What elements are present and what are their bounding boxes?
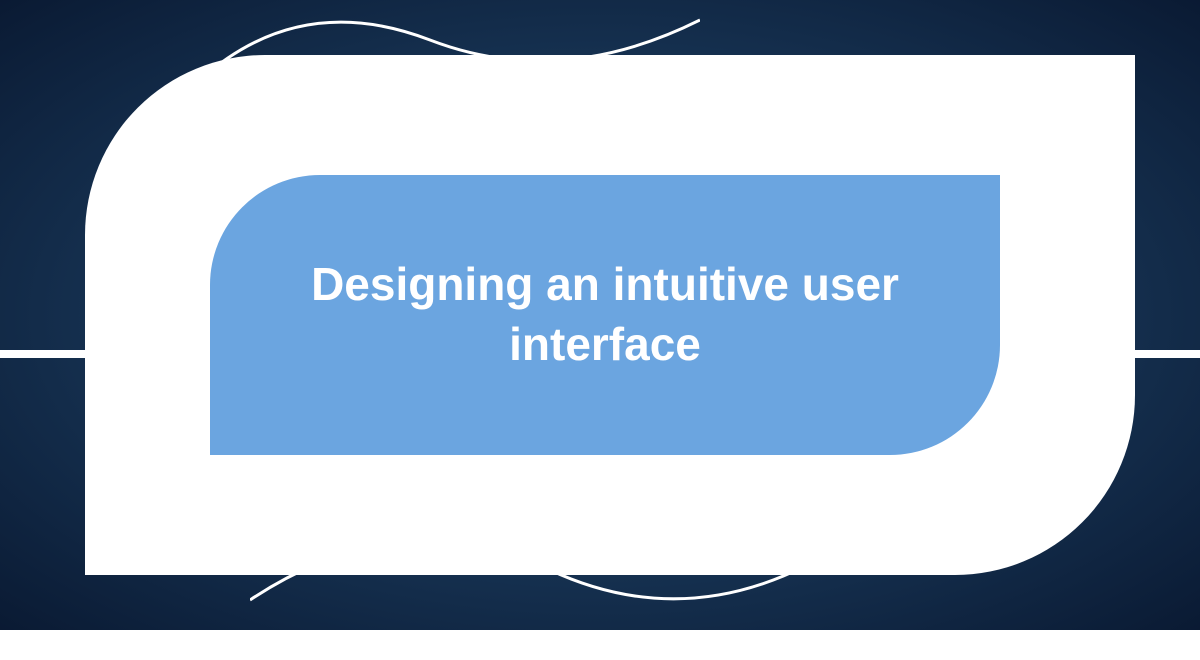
main-title: Designing an intuitive user interface bbox=[210, 255, 1000, 375]
inner-card-shape: Designing an intuitive user interface bbox=[210, 175, 1000, 455]
accent-line-right bbox=[1135, 350, 1200, 358]
